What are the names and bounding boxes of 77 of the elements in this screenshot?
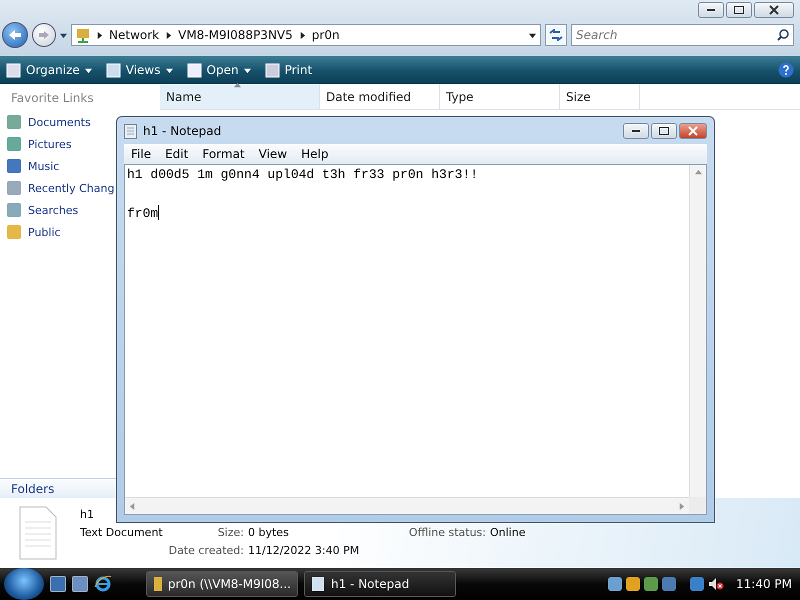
window-title: h1 - Notepad xyxy=(143,124,222,138)
browser-e-icon[interactable] xyxy=(94,575,112,593)
breadcrumb[interactable]: VM8-M9I088P3NV5 xyxy=(178,28,293,42)
minimize-button[interactable] xyxy=(698,2,724,18)
text-cursor xyxy=(158,205,160,220)
favorite-link[interactable]: Recently Chang xyxy=(0,177,120,199)
scroll-right-icon xyxy=(678,502,685,510)
menu-item[interactable]: Edit xyxy=(158,147,196,161)
breadcrumb-arrow-icon xyxy=(298,32,306,38)
maximize-button[interactable] xyxy=(726,2,752,18)
close-icon xyxy=(688,126,698,136)
column-header[interactable]: Name xyxy=(160,84,320,109)
favorite-link[interactable]: Searches xyxy=(0,199,84,221)
caret-icon xyxy=(84,66,92,74)
maximize-icon xyxy=(659,126,669,134)
favorite-link[interactable]: Public xyxy=(0,221,67,243)
breadcrumb[interactable]: pr0n xyxy=(312,28,340,42)
detail-label: Date created: xyxy=(168,543,244,559)
taskbar-button[interactable]: pr0n (\\VM8-M9I08... xyxy=(146,571,298,597)
menu-item[interactable]: Format xyxy=(195,147,252,161)
address-dropdown-icon xyxy=(529,32,536,38)
forward-arrow-icon xyxy=(38,30,50,40)
detail-value: Online xyxy=(490,525,526,541)
vertical-scrollbar[interactable] xyxy=(689,165,706,497)
start-button[interactable] xyxy=(4,568,44,600)
text-line: h1 d00d5 1m g0nn4 upl04d t3h fr33 pr0n h3r3!! xyxy=(127,167,478,182)
menu-item[interactable]: View xyxy=(252,147,294,161)
close-button[interactable] xyxy=(754,2,794,18)
address-bar[interactable]: Network VM8-M9I088P3NV5 pr0n xyxy=(71,24,541,46)
menu-item[interactable]: File xyxy=(124,147,158,161)
menu-item[interactable]: Help xyxy=(294,147,336,161)
breadcrumb-arrow-icon xyxy=(165,32,172,38)
breadcrumb-arrow-icon xyxy=(96,32,103,38)
caret-icon xyxy=(166,66,172,74)
minimize-button[interactable] xyxy=(623,122,649,138)
forward-button[interactable] xyxy=(32,23,56,47)
favorite-link[interactable]: Documents xyxy=(0,111,97,133)
caret-icon xyxy=(244,66,251,74)
detail-label: Offline status: xyxy=(408,525,486,541)
search-icon[interactable] xyxy=(777,29,789,41)
minimize-icon xyxy=(707,9,715,11)
file-name: h1 xyxy=(80,507,94,523)
file-type: Text Document xyxy=(80,525,163,541)
back-arrow-icon xyxy=(8,29,22,41)
help-icon[interactable] xyxy=(778,62,794,78)
back-button[interactable] xyxy=(2,22,28,48)
favorite-link[interactable]: Pictures xyxy=(0,133,78,155)
refresh-button[interactable] xyxy=(545,24,567,46)
detail-value: 11/12/2022 3:40 PM xyxy=(248,543,360,559)
network-folder-icon xyxy=(76,27,90,43)
detail-label: Size: xyxy=(218,525,244,541)
toolbar-button[interactable]: Open xyxy=(186,62,251,78)
toolbar-button[interactable]: Organize xyxy=(6,62,92,78)
text-file-icon xyxy=(18,506,58,560)
clock[interactable]: 11:40 PM xyxy=(736,577,792,591)
sort-arrow-icon xyxy=(234,82,241,89)
breadcrumb[interactable]: Network xyxy=(109,28,160,42)
minimize-icon xyxy=(632,130,640,132)
close-icon xyxy=(769,5,779,15)
maximize-button[interactable] xyxy=(651,122,677,138)
toolbar-button[interactable]: Views xyxy=(106,62,172,78)
recent-pages-caret-icon xyxy=(60,32,67,38)
toolbar-button[interactable]: Print xyxy=(264,62,312,78)
detail-value: 0 bytes xyxy=(248,525,289,541)
muted-speaker-icon[interactable] xyxy=(708,577,724,591)
scroll-left-icon xyxy=(129,502,136,510)
refresh-icon xyxy=(549,29,563,41)
horizontal-scrollbar[interactable] xyxy=(125,497,689,514)
search-field[interactable]: Search xyxy=(571,24,794,46)
folders-bar[interactable]: Folders xyxy=(0,478,116,498)
scroll-up-icon xyxy=(694,169,702,176)
scrollbar-corner xyxy=(689,497,706,514)
taskbar-button[interactable]: h1 - Notepad xyxy=(304,571,456,597)
favorite-link[interactable]: Music xyxy=(0,155,66,177)
maximize-icon xyxy=(734,6,744,14)
favorite-links-heading: Favorite Links xyxy=(10,90,95,107)
text-line: fr0m xyxy=(127,206,158,221)
